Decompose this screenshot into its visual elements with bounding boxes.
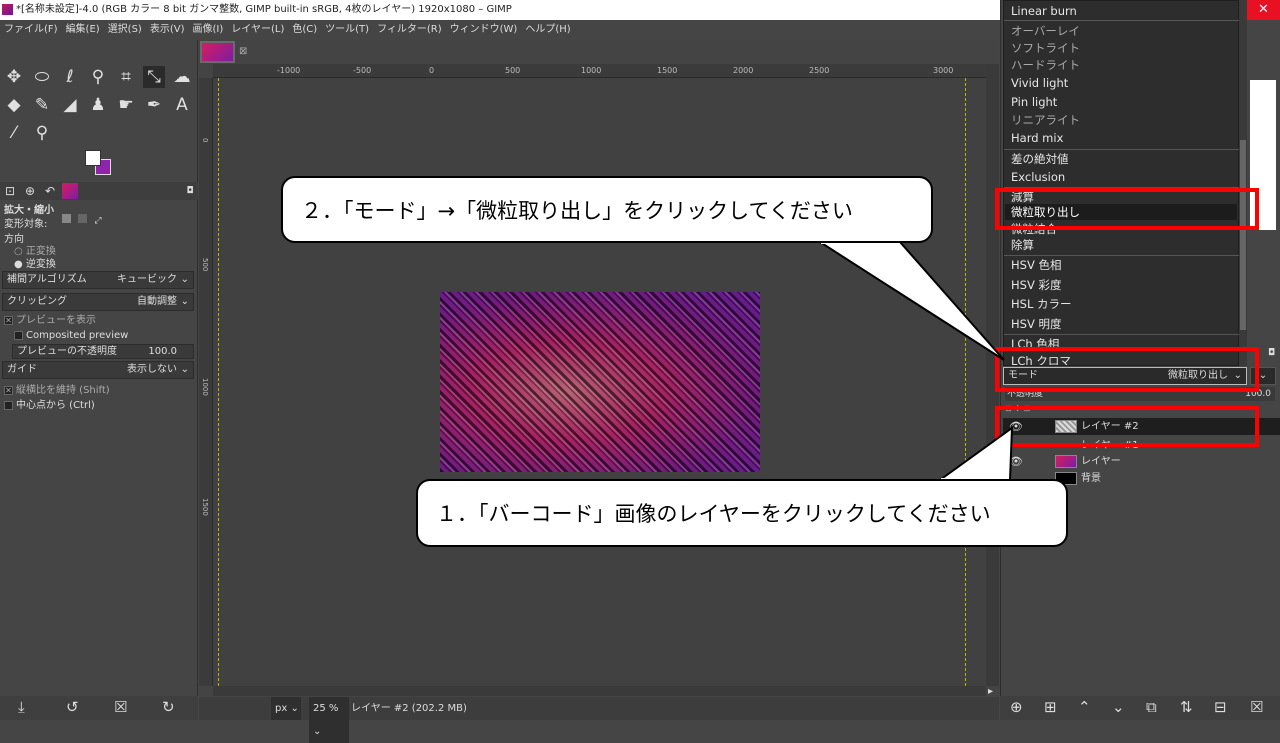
callout-tail [816,241,1005,361]
callout-tail [936,425,1014,481]
callout-step-1: １．「バーコード」画像のレイヤーをクリックしてください [416,479,1068,547]
callout-text: ２．「モード」→「微粒取り出し」をクリックしてください [301,198,853,223]
callout-step-2: ２．「モード」→「微粒取り出し」をクリックしてください [281,176,933,243]
callout-text: １．「バーコード」画像のレイヤーをクリックしてください [436,502,991,526]
callout-tails [816,240,1014,482]
